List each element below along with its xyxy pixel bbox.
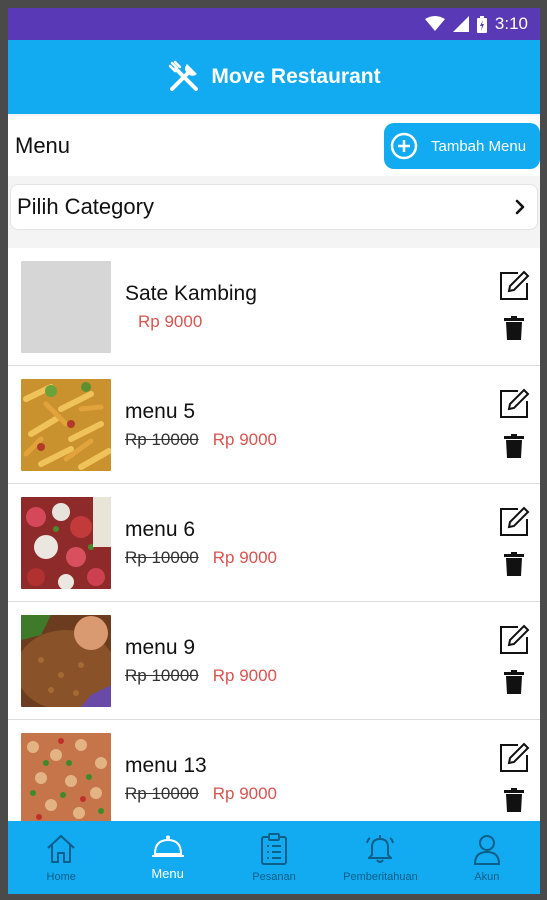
nav-pesanan[interactable]: Pesanan	[221, 821, 327, 894]
item-name: Sate Kambing	[125, 281, 257, 305]
item-original-price: Rp 10000	[125, 665, 199, 685]
item-price: Rp 9000	[212, 783, 278, 803]
item-price: Rp 9000	[138, 311, 203, 331]
menu-list: Sate Kambing Rp 9000 menu 5 Rp 10000 Rp …	[8, 248, 540, 823]
wifi-icon	[424, 16, 445, 31]
item-original-price: Rp 10000	[125, 783, 199, 803]
nav-pesanan-label: Pesanan	[252, 870, 296, 883]
battery-icon	[476, 15, 487, 33]
trash-icon[interactable]	[504, 434, 524, 458]
edit-icon[interactable]	[498, 506, 530, 538]
status-bar: 3:10	[8, 8, 540, 40]
app-bar: Move Restaurant	[8, 40, 540, 114]
item-name: menu 5	[125, 399, 196, 423]
plus-circle-icon	[390, 132, 418, 160]
item-price: Rp 9000	[212, 429, 278, 449]
item-original-price: Rp 10000	[125, 429, 199, 449]
nav-pemberitahuan-label: Pemberitahuan	[343, 870, 418, 883]
edit-icon[interactable]	[498, 742, 530, 774]
item-price: Rp 9000	[212, 665, 278, 685]
cutlery-icon	[169, 60, 199, 91]
menu-thumbnail	[21, 732, 111, 823]
signal-icon	[452, 16, 469, 32]
menu-header: Menu Tambah Menu	[8, 116, 540, 176]
user-icon	[473, 834, 500, 865]
list-item[interactable]: menu 6 Rp 10000 Rp 9000	[8, 484, 540, 602]
cloche-icon	[151, 835, 184, 857]
clipboard-icon	[261, 832, 288, 865]
clock: 3:10	[494, 14, 528, 33]
item-name: menu 6	[125, 517, 196, 541]
trash-icon[interactable]	[504, 670, 524, 694]
home-icon	[47, 834, 75, 863]
add-menu-label: Tambah Menu	[431, 137, 527, 155]
chevron-right-icon	[515, 199, 525, 215]
nav-akun-label: Akun	[474, 870, 500, 883]
edit-icon[interactable]	[498, 388, 530, 420]
add-menu-button[interactable]: Tambah Menu	[384, 123, 540, 169]
nav-pemberitahuan[interactable]: Pemberitahuan	[327, 821, 433, 894]
phone-screen: 3:10 Move Restaurant Menu Tambah Menu Pi…	[8, 8, 540, 894]
item-original-price: Rp 10000	[125, 547, 199, 567]
menu-thumbnail	[21, 260, 111, 353]
list-item[interactable]: menu 9 Rp 10000 Rp 9000	[8, 602, 540, 720]
bell-icon	[366, 834, 395, 863]
category-selector[interactable]: Pilih Category	[10, 184, 538, 230]
trash-icon[interactable]	[504, 788, 524, 812]
trash-icon[interactable]	[504, 552, 524, 576]
item-name: menu 9	[125, 635, 196, 659]
trash-icon[interactable]	[504, 316, 524, 340]
nav-home-label: Home	[46, 870, 76, 883]
list-item[interactable]: menu 5 Rp 10000 Rp 9000	[8, 366, 540, 484]
nav-menu[interactable]: Menu	[114, 821, 220, 894]
menu-thumbnail	[21, 614, 111, 707]
list-item[interactable]: menu 13 Rp 10000 Rp 9000	[8, 720, 540, 823]
page-title: Menu	[15, 133, 71, 158]
nav-akun[interactable]: Akun	[434, 821, 540, 894]
edit-icon[interactable]	[498, 624, 530, 656]
item-price: Rp 9000	[212, 547, 278, 567]
menu-thumbnail	[21, 378, 111, 471]
app-title: Move Restaurant	[211, 65, 381, 88]
nav-menu-label: Menu	[151, 866, 184, 881]
category-label: Pilih Category	[17, 194, 154, 219]
bottom-navigation: Home Menu Pesanan Pemberitahuan Akun	[8, 821, 540, 894]
item-name: menu 13	[125, 753, 207, 777]
nav-home[interactable]: Home	[8, 821, 114, 894]
menu-thumbnail	[21, 496, 111, 589]
edit-icon[interactable]	[498, 270, 530, 302]
list-item[interactable]: Sate Kambing Rp 9000	[8, 248, 540, 366]
